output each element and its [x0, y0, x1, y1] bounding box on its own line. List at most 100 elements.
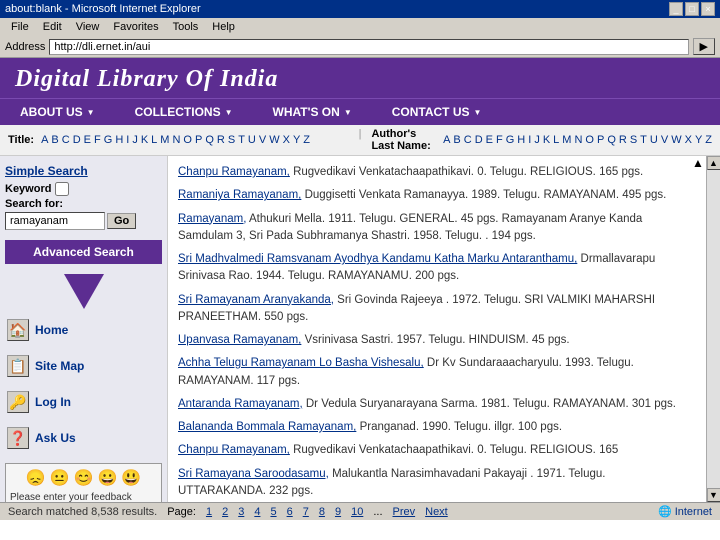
alpha-author-Z[interactable]: Z: [705, 134, 712, 146]
result-link-1[interactable]: Ramaniya Ramayanam,: [178, 189, 301, 201]
page-2[interactable]: 2: [222, 506, 228, 518]
nav-about-us[interactable]: ABOUT US ▼: [0, 99, 115, 125]
address-input[interactable]: [49, 39, 688, 55]
page-1[interactable]: 1: [206, 506, 212, 518]
result-link-5[interactable]: Upanvasa Ramayanam,: [178, 334, 301, 346]
face-1[interactable]: 😞: [26, 468, 46, 488]
alpha-title-S[interactable]: S: [228, 134, 235, 146]
alpha-author-L[interactable]: L: [553, 134, 559, 146]
menu-edit[interactable]: Edit: [37, 20, 68, 34]
face-5[interactable]: 😃: [121, 468, 141, 488]
sidebar-ask-us[interactable]: ❓ Ask Us: [5, 423, 162, 453]
alpha-author-G[interactable]: G: [506, 134, 515, 146]
maximize-button[interactable]: □: [685, 2, 699, 16]
alpha-author-Q[interactable]: Q: [607, 134, 616, 146]
alpha-author-Y[interactable]: Y: [695, 134, 702, 146]
alpha-author-E[interactable]: E: [486, 134, 493, 146]
result-link-0[interactable]: Chanpu Ramayanam,: [178, 166, 290, 178]
nav-contact-us[interactable]: CONTACT US ▼: [372, 99, 502, 125]
alpha-title-M[interactable]: M: [160, 134, 169, 146]
alpha-title-T[interactable]: T: [238, 134, 245, 146]
alpha-title-J[interactable]: J: [132, 134, 138, 146]
alpha-author-M[interactable]: M: [562, 134, 571, 146]
sidebar-home[interactable]: 🏠 Home: [5, 315, 162, 345]
face-4[interactable]: 😀: [97, 468, 117, 488]
alpha-title-P[interactable]: P: [195, 134, 202, 146]
alpha-title-R[interactable]: R: [217, 134, 225, 146]
menu-help[interactable]: Help: [206, 20, 241, 34]
alpha-author-R[interactable]: R: [619, 134, 627, 146]
page-5[interactable]: 5: [270, 506, 276, 518]
sidebar-log-in[interactable]: 🔑 Log In: [5, 387, 162, 417]
sidebar-site-map[interactable]: 📋 Site Map: [5, 351, 162, 381]
alpha-title-L[interactable]: L: [151, 134, 157, 146]
alpha-title-H[interactable]: H: [115, 134, 123, 146]
alpha-author-F[interactable]: F: [496, 134, 503, 146]
alpha-author-T[interactable]: T: [640, 134, 647, 146]
alpha-author-N[interactable]: N: [574, 134, 582, 146]
alpha-title-O[interactable]: O: [183, 134, 192, 146]
result-link-10[interactable]: Sri Ramayana Saroodasamu,: [178, 468, 329, 480]
alpha-title-Y[interactable]: Y: [293, 134, 300, 146]
alpha-title-N[interactable]: N: [172, 134, 180, 146]
alpha-title-A[interactable]: A: [41, 134, 48, 146]
alpha-author-J[interactable]: J: [534, 134, 540, 146]
alpha-title-V[interactable]: V: [259, 134, 266, 146]
nav-collections[interactable]: COLLECTIONS ▼: [115, 99, 253, 125]
menu-tools[interactable]: Tools: [167, 20, 205, 34]
alpha-author-V[interactable]: V: [661, 134, 668, 146]
nav-whats-on[interactable]: WHAT'S ON ▼: [253, 99, 372, 125]
face-2[interactable]: 😐: [50, 468, 70, 488]
menu-file[interactable]: File: [5, 20, 35, 34]
alpha-title-W[interactable]: W: [269, 134, 279, 146]
alpha-author-U[interactable]: U: [650, 134, 658, 146]
alpha-title-Q[interactable]: Q: [205, 134, 214, 146]
face-3[interactable]: 😊: [74, 468, 94, 488]
go-button[interactable]: Go: [107, 213, 136, 229]
alpha-author-X[interactable]: X: [685, 134, 692, 146]
result-link-6[interactable]: Achha Telugu Ramayanam Lo Basha Vishesal…: [178, 357, 424, 369]
alpha-title-D[interactable]: D: [73, 134, 81, 146]
alpha-author-I[interactable]: I: [528, 134, 531, 146]
page-9[interactable]: 9: [335, 506, 341, 518]
alpha-title-G[interactable]: G: [104, 134, 113, 146]
alpha-author-B[interactable]: B: [453, 134, 460, 146]
next-link[interactable]: Next: [425, 506, 448, 518]
result-link-3[interactable]: Sri Madhvalmedi Ramsvanam Ayodhya Kandam…: [178, 253, 577, 265]
alpha-author-K[interactable]: K: [543, 134, 550, 146]
alpha-title-I[interactable]: I: [126, 134, 129, 146]
result-link-4[interactable]: Sri Ramayanam Aranyakanda,: [178, 294, 334, 306]
result-link-7[interactable]: Antaranda Ramayanam,: [178, 398, 303, 410]
scroll-up[interactable]: ▲: [692, 156, 706, 170]
advanced-search-button[interactable]: Advanced Search: [5, 240, 162, 264]
page-7[interactable]: 7: [303, 506, 309, 518]
alpha-author-C[interactable]: C: [464, 134, 472, 146]
minimize-button[interactable]: _: [669, 2, 683, 16]
result-link-2[interactable]: Ramayanam,: [178, 213, 246, 225]
alpha-title-F[interactable]: F: [94, 134, 101, 146]
page-4[interactable]: 4: [254, 506, 260, 518]
alpha-title-K[interactable]: K: [141, 134, 148, 146]
page-3[interactable]: 3: [238, 506, 244, 518]
go-button[interactable]: ▶: [693, 38, 715, 55]
page-10[interactable]: 10: [351, 506, 363, 518]
scroll-down-btn[interactable]: ▼: [707, 488, 720, 502]
page-6[interactable]: 6: [287, 506, 293, 518]
alpha-title-X[interactable]: X: [283, 134, 290, 146]
alpha-title-C[interactable]: C: [62, 134, 70, 146]
alpha-title-Z[interactable]: Z: [303, 134, 310, 146]
result-link-9[interactable]: Chanpu Ramayanam,: [178, 444, 290, 456]
prev-link[interactable]: Prev: [393, 506, 416, 518]
scroll-up-btn[interactable]: ▲: [707, 156, 720, 170]
menu-favorites[interactable]: Favorites: [107, 20, 164, 34]
alpha-author-A[interactable]: A: [443, 134, 450, 146]
alpha-author-P[interactable]: P: [597, 134, 604, 146]
alpha-author-O[interactable]: O: [585, 134, 594, 146]
alpha-author-H[interactable]: H: [517, 134, 525, 146]
alpha-author-S[interactable]: S: [630, 134, 637, 146]
alpha-author-D[interactable]: D: [475, 134, 483, 146]
simple-search-link[interactable]: Simple Search: [5, 164, 162, 178]
search-input[interactable]: [5, 212, 105, 230]
alpha-author-W[interactable]: W: [671, 134, 681, 146]
close-button[interactable]: ×: [701, 2, 715, 16]
